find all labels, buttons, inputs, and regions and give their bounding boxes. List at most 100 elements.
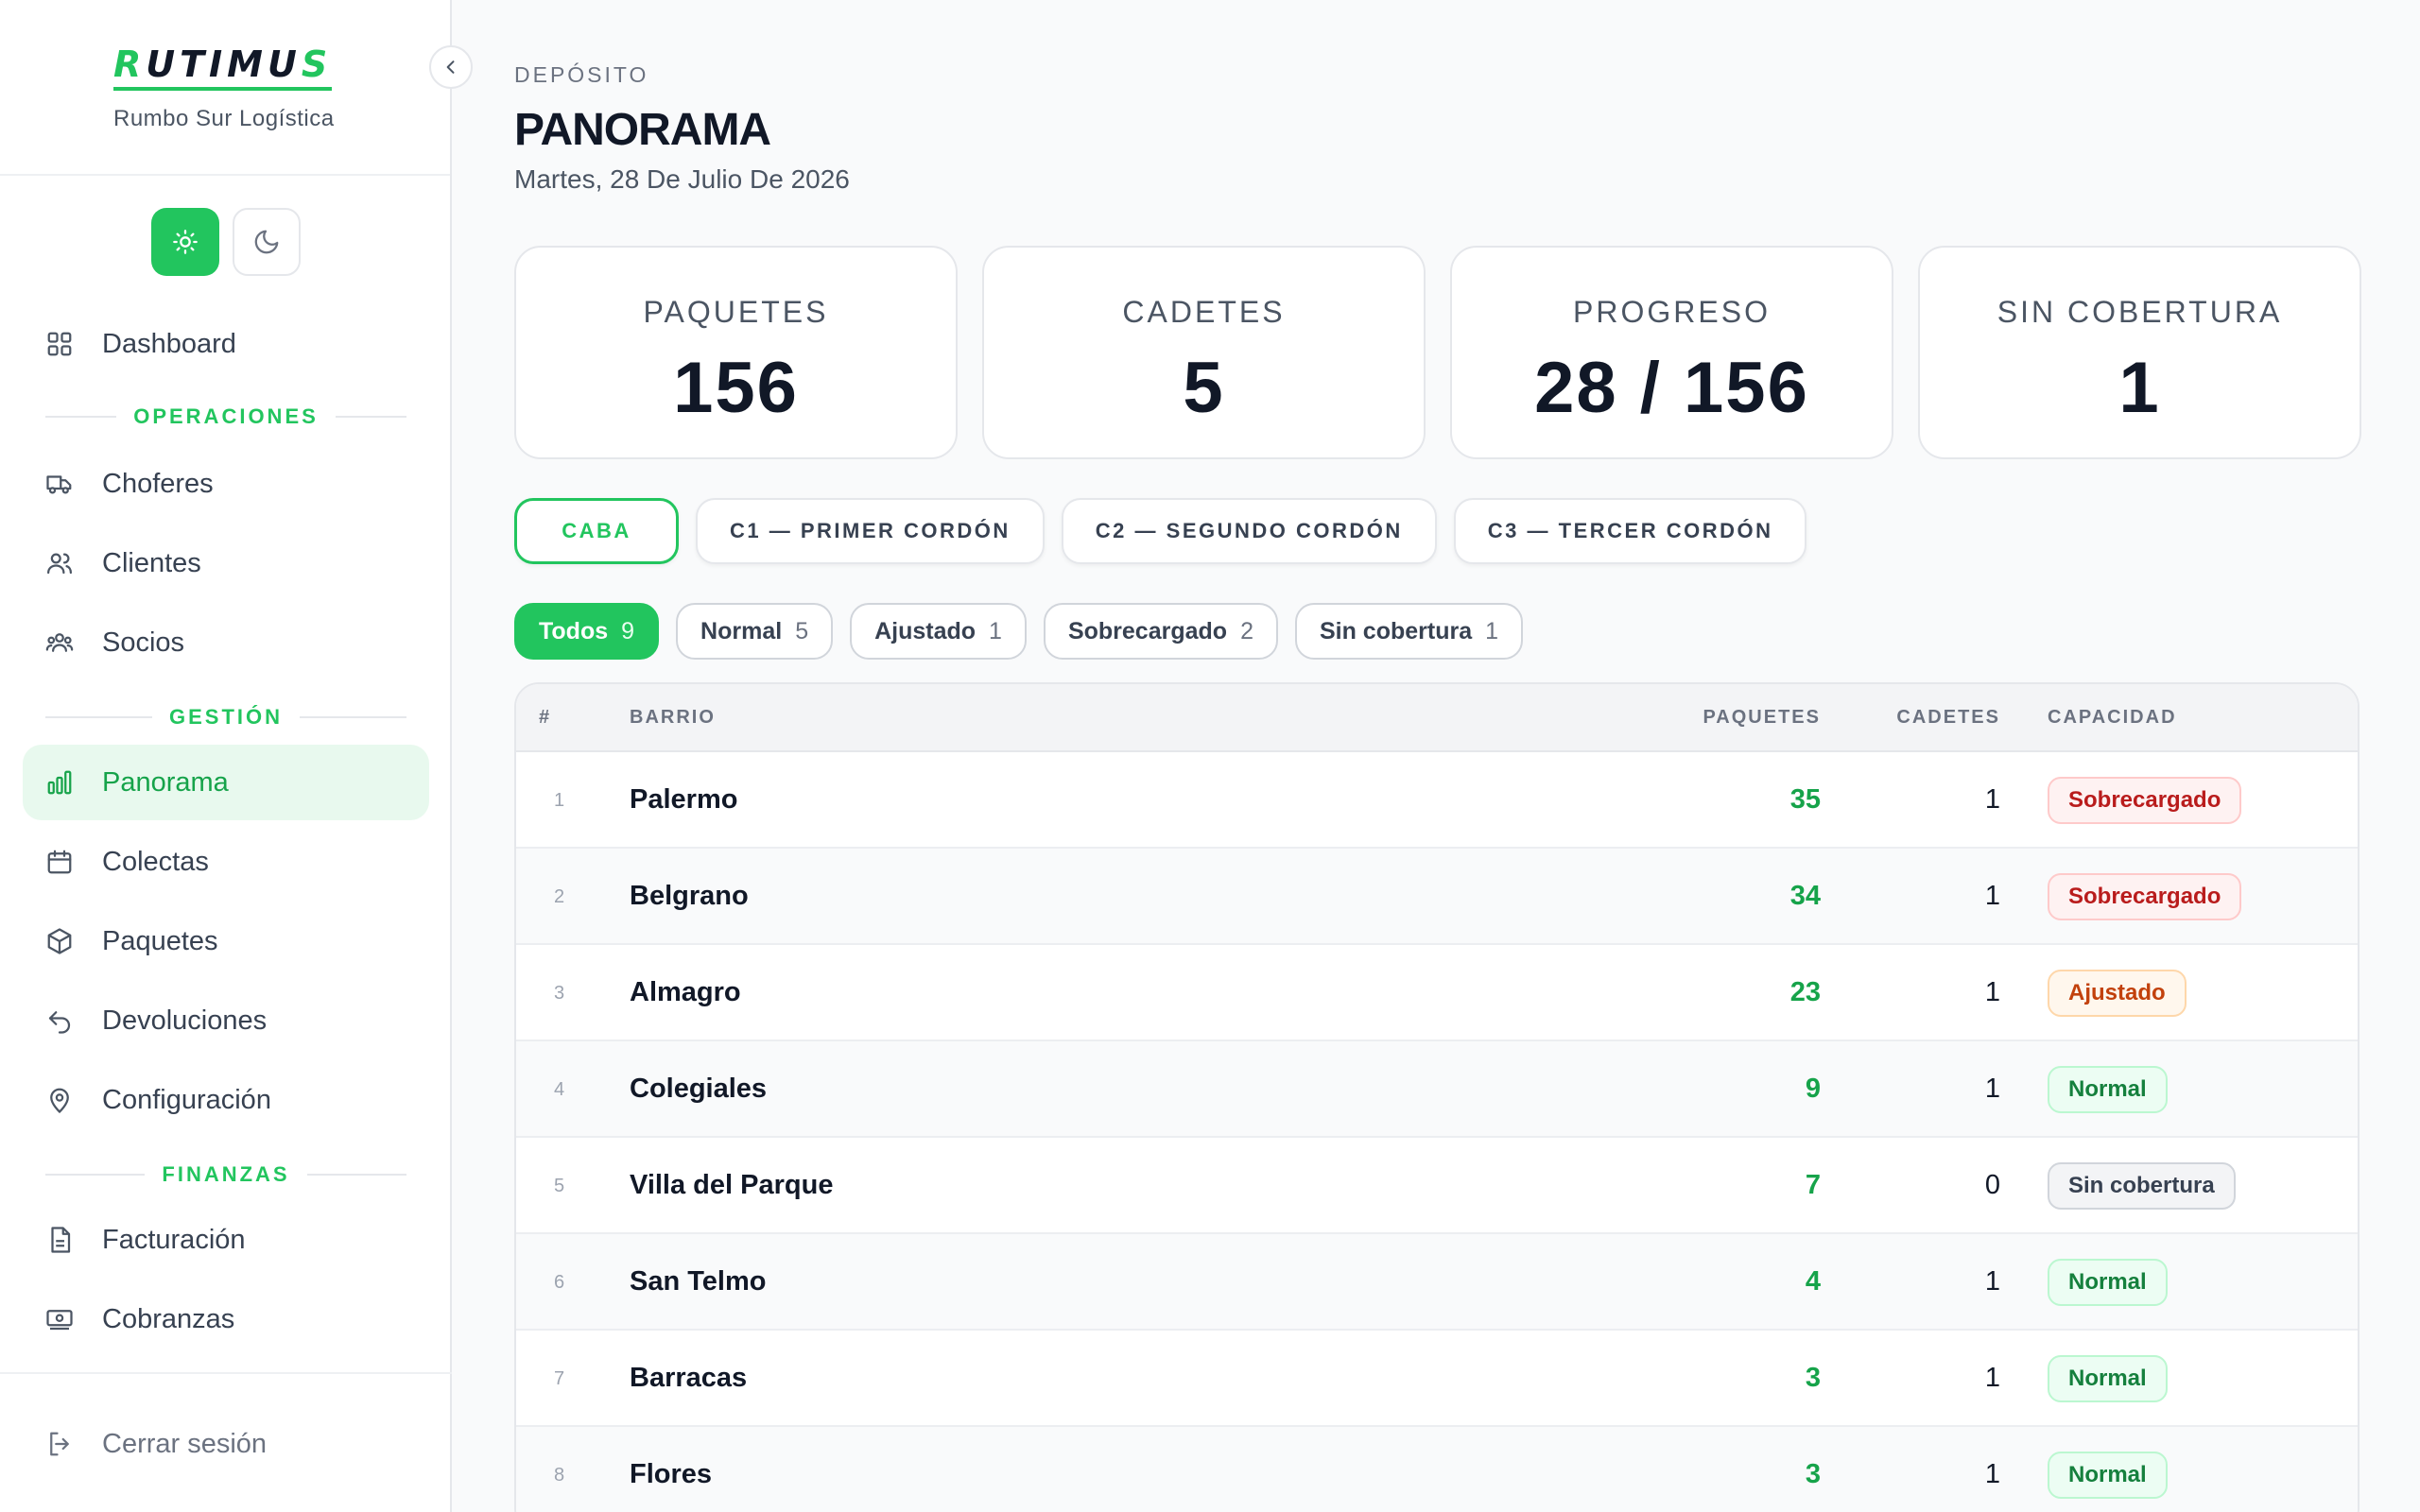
stat-card-cadetes: CADETES 5 [982, 246, 1426, 459]
chip-label: Sin cobertura [1319, 617, 1473, 644]
logo[interactable]: RUTIMUS [113, 43, 333, 91]
stat-card-paquetes: PAQUETES 156 [514, 246, 958, 459]
filter-chip-sobrecargado[interactable]: Sobrecargado 2 [1043, 603, 1278, 660]
status-badge: Sobrecargado [2048, 873, 2242, 920]
sidebar-item-label: Cobranzas [102, 1303, 235, 1334]
logout-button[interactable]: Cerrar sesión [23, 1406, 429, 1482]
sidebar-item-label: Clientes [102, 547, 201, 578]
row-cadetes: 1 [1984, 1266, 2000, 1297]
stat-label: PROGRESO [1573, 295, 1771, 329]
theme-switch [151, 208, 301, 276]
table-row[interactable]: 7 Barracas 3 1 Normal [516, 1331, 2358, 1427]
sidebar-item-cobranzas[interactable]: Cobranzas [23, 1281, 429, 1357]
row-paquetes: 4 [1805, 1266, 1821, 1297]
row-paquetes: 35 [1789, 784, 1821, 815]
page-title: PANORAMA [514, 105, 771, 155]
section-finanzas: FINANZAS [45, 1162, 406, 1187]
zone-tab-c2[interactable]: C2 — SEGUNDO CORDÓN [1061, 498, 1437, 564]
chevron-left-icon [446, 60, 455, 74]
logo-letters: UTIMU [146, 43, 302, 85]
stat-value: 156 [673, 348, 799, 428]
zone-tab-c3[interactable]: C3 — TERCER CORDÓN [1453, 498, 1807, 564]
zone-tab-c1[interactable]: C1 — PRIMER CORDÓN [696, 498, 1045, 564]
filter-chip-normal[interactable]: Normal 5 [676, 603, 834, 660]
sun-icon [173, 230, 198, 254]
table-header: # BARRIO PAQUETES CADETES CAPACIDAD [516, 684, 2358, 752]
table-row[interactable]: 5 Villa del Parque 7 0 Sin cobertura [516, 1138, 2358, 1234]
zone-tab-caba[interactable]: CABA [514, 498, 679, 564]
row-barrio: Villa del Parque [630, 1170, 834, 1200]
stat-label: CADETES [1122, 295, 1286, 329]
column-header-barrio: BARRIO [630, 707, 716, 728]
sidebar-item-panorama[interactable]: Panorama [23, 745, 429, 820]
sidebar-item-label: Facturación [102, 1224, 246, 1255]
stat-label: PAQUETES [643, 295, 829, 329]
status-badge: Sobrecargado [2048, 777, 2242, 824]
section-gestion: GESTIÓN [45, 705, 407, 730]
section-label: FINANZAS [162, 1162, 290, 1186]
row-cadetes: 1 [1984, 784, 2000, 815]
sidebar-item-colectas[interactable]: Colectas [23, 824, 429, 900]
table-row[interactable]: 1 Palermo 35 1 Sobrecargado [516, 752, 2358, 849]
filter-chip-ajustado[interactable]: Ajustado 1 [850, 603, 1027, 660]
users-icon [47, 553, 72, 575]
row-paquetes: 3 [1805, 1459, 1821, 1489]
stat-value: 28 / 156 [1534, 348, 1809, 428]
logo-letter-s: S [301, 43, 333, 85]
row-barrio: San Telmo [630, 1266, 767, 1297]
row-barrio: Flores [630, 1459, 713, 1489]
filter-chip-todos[interactable]: Todos 9 [514, 603, 660, 660]
grid-icon [47, 332, 72, 356]
zone-tabs: CABA C1 — PRIMER CORDÓN C2 — SEGUNDO COR… [514, 498, 1807, 564]
row-paquetes: 34 [1789, 881, 1821, 911]
chip-count: 1 [1485, 617, 1499, 644]
collapse-sidebar-button[interactable] [429, 45, 473, 89]
stat-value: 5 [1183, 348, 1225, 428]
column-header-cadetes: CADETES [1896, 707, 2000, 728]
sidebar-item-choferes[interactable]: Choferes [23, 446, 429, 522]
column-header-num: # [539, 707, 552, 728]
status-badge: Normal [2048, 1452, 2168, 1499]
sidebar-item-label: Socios [102, 627, 185, 658]
sidebar: RUTIMUS Rumbo Sur Logística Dashboard OP… [0, 0, 452, 1512]
sidebar-item-paquetes[interactable]: Paquetes [23, 903, 429, 979]
bar-chart-icon [47, 770, 72, 795]
calendar-icon [47, 850, 72, 874]
table-row[interactable]: 6 San Telmo 4 1 Normal [516, 1234, 2358, 1331]
return-arrow-icon [48, 1011, 71, 1034]
column-header-capacidad: CAPACIDAD [2048, 707, 2177, 728]
sidebar-item-devoluciones[interactable]: Devoluciones [23, 983, 429, 1058]
row-cadetes: 1 [1984, 881, 2000, 911]
barrios-table: # BARRIO PAQUETES CADETES CAPACIDAD 1 Pa… [514, 682, 2360, 1512]
chip-label: Normal [700, 617, 783, 644]
dark-mode-button[interactable] [233, 208, 301, 276]
table-row[interactable]: 8 Flores 3 1 Normal [516, 1427, 2358, 1512]
status-badge: Sin cobertura [2048, 1162, 2236, 1210]
sidebar-divider [0, 1372, 452, 1374]
sidebar-item-label: Panorama [102, 766, 229, 798]
table-row[interactable]: 4 Colegiales 9 1 Normal [516, 1041, 2358, 1138]
sidebar-item-socios[interactable]: Socios [23, 605, 429, 680]
row-paquetes: 9 [1805, 1074, 1821, 1104]
row-paquetes: 3 [1805, 1363, 1821, 1393]
chip-label: Ajustado [874, 617, 977, 644]
sidebar-item-label: Configuración [102, 1084, 271, 1115]
section-label: OPERACIONES [133, 404, 319, 428]
stat-card-sin-cobertura: SIN COBERTURA 1 [1918, 246, 2361, 459]
table-row[interactable]: 3 Almagro 23 1 Ajustado [516, 945, 2358, 1041]
row-number: 7 [554, 1368, 565, 1389]
filter-chip-sin-cobertura[interactable]: Sin cobertura 1 [1294, 603, 1524, 660]
table-row[interactable]: 2 Belgrano 34 1 Sobrecargado [516, 849, 2358, 945]
sidebar-item-dashboard[interactable]: Dashboard [23, 306, 429, 382]
sidebar-item-clientes[interactable]: Clientes [23, 525, 429, 601]
stat-label: SIN COBERTURA [1996, 295, 2283, 329]
row-paquetes: 7 [1805, 1170, 1821, 1200]
column-header-paquetes: PAQUETES [1703, 707, 1821, 728]
logout-icon [50, 1432, 69, 1456]
light-mode-button[interactable] [151, 208, 219, 276]
stat-value: 1 [2118, 348, 2161, 428]
sidebar-item-label: Devoluciones [102, 1005, 268, 1036]
chip-count: 1 [989, 617, 1002, 644]
sidebar-item-facturacion[interactable]: Facturación [23, 1202, 429, 1278]
sidebar-item-configuracion[interactable]: Configuración [23, 1062, 429, 1138]
